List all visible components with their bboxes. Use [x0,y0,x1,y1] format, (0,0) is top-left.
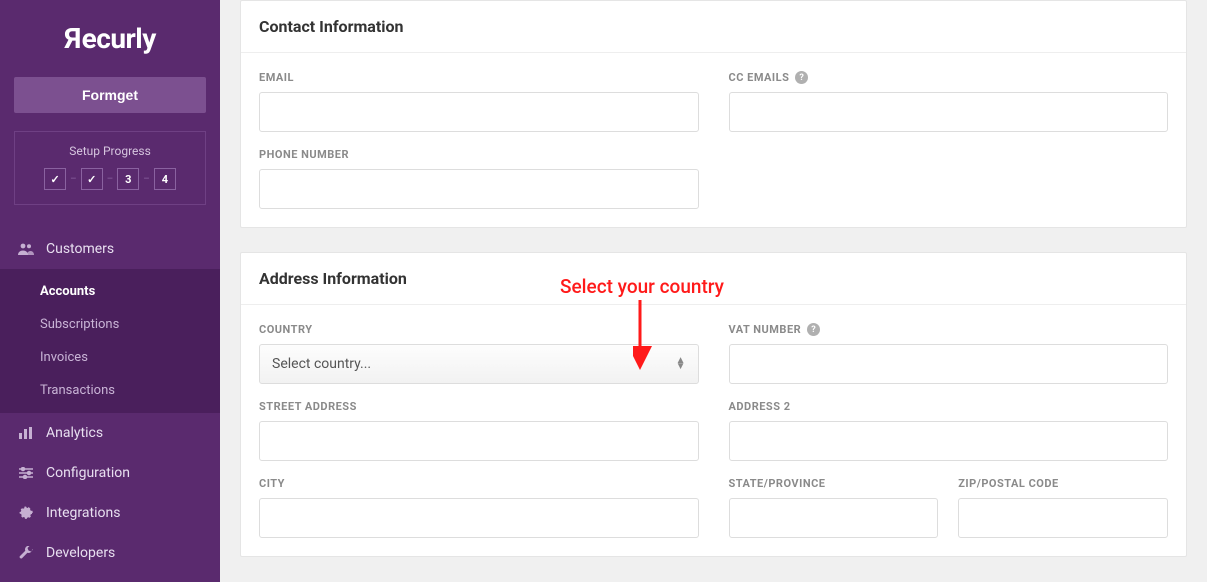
zip-label: ZIP/POSTAL CODE [958,477,1168,490]
bar-chart-icon [18,427,34,439]
city-label: CITY [259,477,699,490]
sidebar: Recurly Formget Setup Progress ✓ – ✓ – 3… [0,0,220,582]
country-select[interactable]: Select country... ▲▼ [259,344,699,384]
nav-configuration[interactable]: Configuration [0,453,220,493]
org-button[interactable]: Formget [14,77,206,113]
nav-developers[interactable]: Developers [0,533,220,573]
sliders-icon [18,467,34,479]
setup-step-3[interactable]: 3 [117,168,139,190]
select-caret-icon: ▲▼ [676,358,686,370]
gear-icon [18,506,34,520]
main-content: Contact Information EMAIL CC EMAILS ? [220,0,1207,582]
nav-customers[interactable]: Customers [0,229,220,269]
country-placeholder: Select country... [272,356,371,372]
phone-label: PHONE NUMBER [259,148,699,161]
setup-progress-title: Setup Progress [25,144,195,158]
address-heading: Address Information [241,253,1186,305]
nav-subscriptions[interactable]: Subscriptions [0,308,220,341]
nav-customers-sub: Accounts Subscriptions Invoices Transact… [0,269,220,413]
nav-customers-label: Customers [46,241,114,257]
setup-step-1[interactable]: ✓ [44,168,66,190]
nav-integrations[interactable]: Integrations [0,493,220,533]
contact-card: Contact Information EMAIL CC EMAILS ? [240,0,1187,228]
nav-integrations-label: Integrations [46,505,120,521]
city-input[interactable] [259,498,699,538]
cc-emails-label: CC EMAILS ? [729,71,1169,84]
nav-configuration-label: Configuration [46,465,130,481]
nav-transactions[interactable]: Transactions [0,374,220,407]
nav-accounts[interactable]: Accounts [0,275,220,308]
phone-input[interactable] [259,169,699,209]
street-input[interactable] [259,421,699,461]
address2-input[interactable] [729,421,1169,461]
zip-input[interactable] [958,498,1168,538]
setup-steps: ✓ – ✓ – 3 – 4 [25,168,195,190]
setup-step-2[interactable]: ✓ [81,168,103,190]
address-card: Address Information COUNTRY Select count… [240,252,1187,557]
state-input[interactable] [729,498,939,538]
help-icon[interactable]: ? [795,71,808,84]
nav-invoices[interactable]: Invoices [0,341,220,374]
brand-logo: Recurly [0,0,220,65]
nav-analytics[interactable]: Analytics [0,413,220,453]
nav-analytics-label: Analytics [46,425,103,441]
nav-developers-label: Developers [46,545,115,561]
wrench-icon [18,546,34,560]
street-label: STREET ADDRESS [259,400,699,413]
users-icon [18,243,34,255]
setup-progress: Setup Progress ✓ – ✓ – 3 – 4 [14,131,206,205]
setup-step-4[interactable]: 4 [154,168,176,190]
vat-input[interactable] [729,344,1169,384]
vat-label: VAT NUMBER ? [729,323,1169,336]
nav: Customers Accounts Subscriptions Invoice… [0,229,220,573]
cc-emails-input[interactable] [729,92,1169,132]
address2-label: ADDRESS 2 [729,400,1169,413]
country-label: COUNTRY [259,323,699,336]
contact-heading: Contact Information [241,1,1186,53]
help-icon[interactable]: ? [807,323,820,336]
email-label: EMAIL [259,71,699,84]
state-label: STATE/PROVINCE [729,477,939,490]
email-input[interactable] [259,92,699,132]
